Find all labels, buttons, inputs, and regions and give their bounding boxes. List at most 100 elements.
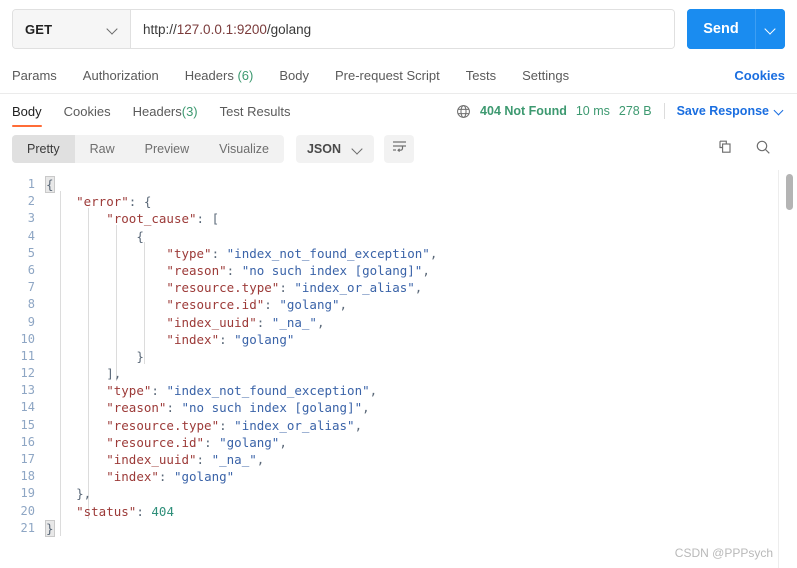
save-response-label: Save Response	[676, 104, 769, 118]
code-line: 6 "reason": "no such index [golang]",	[0, 262, 797, 279]
tab-label: Body	[12, 103, 42, 119]
send-button[interactable]: Send	[687, 9, 755, 49]
request-tab-body[interactable]: Body	[279, 68, 309, 83]
code-line-text: "type": "index_not_found_exception",	[46, 382, 377, 399]
code-token: 404	[151, 503, 174, 519]
code-token: ],	[106, 366, 122, 382]
view-segment-pretty[interactable]: Pretty	[12, 135, 75, 163]
tab-label: Cookies	[63, 103, 111, 119]
code-line-text: {	[46, 228, 144, 245]
code-token: ,	[339, 297, 348, 313]
save-response-button[interactable]: Save Response	[677, 104, 785, 118]
request-url-input[interactable]: http://127.0.0.1:9200/golang	[131, 10, 674, 48]
scrollbar-thumb[interactable]	[786, 174, 793, 210]
line-number: 12	[20, 366, 35, 381]
search-button[interactable]	[755, 139, 771, 160]
code-line-text: ],	[46, 365, 121, 382]
line-number: 6	[27, 262, 35, 277]
code-line: 16 "resource.id": "golang",	[0, 434, 797, 451]
line-number: 14	[20, 400, 35, 415]
request-tab-authorization[interactable]: Authorization	[83, 68, 159, 83]
response-tab-cookies[interactable]: Cookies	[64, 94, 111, 128]
copy-button[interactable]	[717, 139, 733, 160]
response-tab-headers[interactable]: Headers (3)	[133, 94, 198, 128]
code-token: "type"	[166, 245, 212, 261]
code-token: "index_not_found_exception"	[226, 245, 430, 261]
response-tab-body[interactable]: Body	[12, 94, 42, 128]
code-line: 20 "status": 404	[0, 503, 797, 520]
http-method-label: GET	[25, 21, 53, 37]
code-token: :	[158, 469, 174, 485]
request-tab-headers[interactable]: Headers (6)	[185, 68, 254, 83]
postman-response-window: GET http://127.0.0.1:9200/golang Send Pa…	[0, 0, 797, 568]
globe-icon	[456, 104, 471, 119]
code-line: 10 "index": "golang"	[0, 331, 797, 348]
code-token: },	[76, 486, 92, 502]
code-token: ,	[362, 400, 370, 416]
code-token: :	[256, 314, 272, 330]
view-segment-visualize[interactable]: Visualize	[204, 135, 284, 163]
line-number: 7	[27, 280, 35, 295]
request-tab-tests[interactable]: Tests	[466, 68, 496, 83]
response-format-select[interactable]: JSON	[295, 135, 374, 163]
view-segment-raw[interactable]: Raw	[75, 135, 130, 163]
code-line: 1{	[0, 176, 797, 193]
response-time: 10 ms	[575, 104, 610, 118]
response-tab-test-results[interactable]: Test Results	[220, 94, 291, 128]
code-token: ,	[429, 245, 438, 261]
view-segment-preview[interactable]: Preview	[130, 135, 204, 163]
code-token: :	[151, 383, 167, 399]
code-token: :	[264, 297, 280, 313]
line-number: 15	[20, 417, 35, 432]
response-body-viewer[interactable]: 1{2 "error": {3 "root_cause": [4 {5 "typ…	[0, 170, 797, 568]
code-token: :	[219, 417, 235, 433]
word-wrap-button[interactable]	[384, 135, 414, 163]
code-token: "golang"	[279, 297, 340, 313]
request-tab-params[interactable]: Params	[12, 68, 57, 83]
code-line: 7 "resource.type": "index_or_alias",	[0, 279, 797, 296]
line-number: 2	[27, 194, 35, 209]
code-token: "error"	[76, 194, 129, 210]
code-line: 4 {	[0, 228, 797, 245]
request-tab-settings[interactable]: Settings	[522, 68, 569, 83]
vertical-scrollbar[interactable]	[786, 172, 793, 564]
tab-count: (6)	[237, 68, 254, 83]
response-meta: 404 Not Found 10 ms 278 B Save Response	[456, 103, 785, 119]
code-line: 19 },	[0, 485, 797, 502]
code-line-text: "index_uuid": "_na_",	[46, 451, 264, 468]
response-body-code[interactable]: 1{2 "error": {3 "root_cause": [4 {5 "typ…	[0, 176, 797, 537]
code-line: 8 "resource.id": "golang",	[0, 296, 797, 313]
code-token: "no such index [golang]"	[241, 262, 423, 278]
code-token: "index_not_found_exception"	[166, 383, 370, 399]
line-number: 4	[27, 228, 35, 243]
tab-count: (3)	[181, 103, 198, 119]
code-token: "index_uuid"	[106, 452, 197, 467]
chevron-down-icon	[766, 24, 776, 34]
code-line-text: "index": "golang"	[46, 468, 234, 485]
code-token: "resource.id"	[106, 434, 205, 450]
code-token: "_na_"	[271, 314, 317, 330]
code-token: "status"	[76, 503, 137, 519]
code-line: 5 "type": "index_not_found_exception",	[0, 245, 797, 262]
code-token: "index"	[106, 469, 159, 485]
code-line-text: "resource.type": "index_or_alias",	[46, 279, 422, 296]
tab-label: Test Results	[219, 103, 291, 119]
code-token: ,	[422, 262, 430, 278]
code-line-text: "root_cause": [	[46, 210, 219, 227]
code-token: :	[226, 262, 242, 278]
cookies-link[interactable]: Cookies	[734, 68, 785, 83]
request-tab-pre-request-script[interactable]: Pre-request Script	[335, 68, 440, 83]
search-icon	[755, 139, 771, 160]
code-token: "golang"	[173, 469, 235, 485]
word-wrap-icon	[392, 140, 407, 158]
tab-label: Pre-request Script	[334, 68, 440, 83]
tab-label: Params	[12, 68, 57, 83]
chevron-down-icon	[775, 106, 785, 116]
code-line: 3 "root_cause": [	[0, 210, 797, 227]
send-options-button[interactable]	[755, 9, 785, 49]
code-token: {	[45, 176, 55, 193]
http-method-select[interactable]: GET	[13, 10, 131, 48]
response-tabs: Body Cookies Headers (3) Test Results 40…	[0, 94, 797, 128]
line-number: 18	[20, 469, 35, 484]
tab-label: Settings	[522, 68, 570, 83]
